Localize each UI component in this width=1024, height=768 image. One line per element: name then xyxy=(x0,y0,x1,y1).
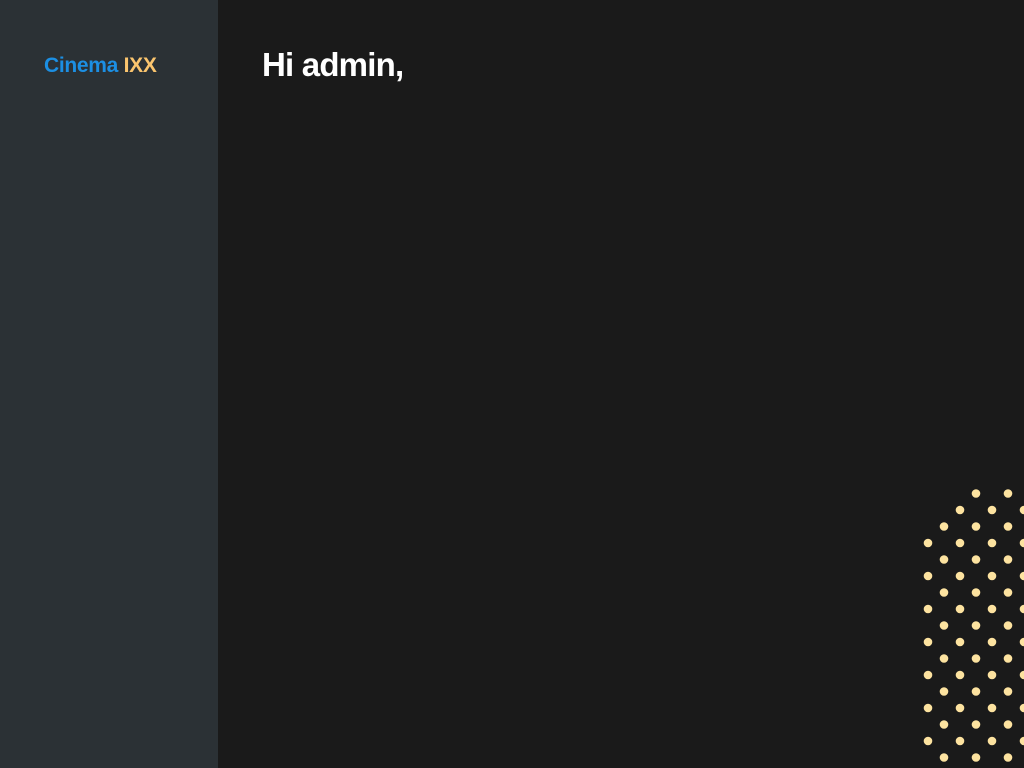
decorative-dot xyxy=(1003,720,1013,729)
decorative-dot xyxy=(1019,736,1024,746)
brand-logo[interactable]: Cinema IXX xyxy=(44,54,157,78)
greeting-heading: Hi admin, xyxy=(262,46,404,83)
decorative-dot xyxy=(939,522,949,531)
brand-name-primary: Cinema xyxy=(44,54,119,77)
decorative-dot xyxy=(971,687,981,696)
sidebar: Cinema IXX xyxy=(0,0,218,768)
decorative-dot-pattern xyxy=(923,489,1024,762)
decorative-dot xyxy=(971,588,981,597)
decorative-dot xyxy=(971,720,981,729)
decorative-dot xyxy=(987,703,997,713)
decorative-dot xyxy=(987,538,997,548)
decorative-dot xyxy=(1019,538,1024,548)
decorative-dot xyxy=(1019,604,1024,614)
decorative-dot xyxy=(955,637,965,647)
decorative-dot xyxy=(1003,621,1013,630)
decorative-dot xyxy=(923,604,933,614)
decorative-dot xyxy=(1003,687,1013,696)
main-content: Hi admin, xyxy=(218,0,1024,768)
decorative-dot xyxy=(1003,654,1013,663)
decorative-dot xyxy=(939,555,949,564)
decorative-dot xyxy=(923,670,933,680)
decorative-dot xyxy=(1003,489,1013,498)
decorative-dot xyxy=(955,736,965,746)
decorative-dot xyxy=(971,654,981,663)
decorative-dot xyxy=(1019,670,1024,680)
decorative-dot xyxy=(955,670,965,680)
decorative-dot xyxy=(955,571,965,581)
decorative-dot xyxy=(939,588,949,597)
app-shell: Cinema IXX Hi admin, xyxy=(0,0,1024,768)
decorative-dot xyxy=(939,720,949,729)
decorative-dot xyxy=(955,538,965,548)
decorative-dot xyxy=(1003,555,1013,564)
decorative-dot xyxy=(939,753,949,762)
decorative-dot xyxy=(939,687,949,696)
decorative-dot xyxy=(955,703,965,713)
decorative-dot xyxy=(1003,753,1013,762)
decorative-dot xyxy=(939,654,949,663)
decorative-dot xyxy=(971,489,981,498)
decorative-dot xyxy=(971,621,981,630)
decorative-dot xyxy=(1019,703,1024,713)
decorative-dot xyxy=(923,703,933,713)
decorative-dot xyxy=(987,736,997,746)
decorative-dot xyxy=(1019,571,1024,581)
decorative-dot xyxy=(987,670,997,680)
decorative-dot xyxy=(971,522,981,531)
decorative-dot xyxy=(971,555,981,564)
decorative-dot xyxy=(923,571,933,581)
decorative-dot xyxy=(939,621,949,630)
decorative-dot xyxy=(923,637,933,647)
brand-name-accent: IXX xyxy=(123,54,157,77)
decorative-dot xyxy=(987,637,997,647)
decorative-dot xyxy=(955,505,965,515)
decorative-dot xyxy=(987,505,997,515)
decorative-dot xyxy=(971,753,981,762)
decorative-dot xyxy=(1019,505,1024,515)
decorative-dot xyxy=(955,604,965,614)
decorative-dot xyxy=(1019,637,1024,647)
decorative-dot xyxy=(987,604,997,614)
decorative-dot xyxy=(987,571,997,581)
decorative-dot xyxy=(1003,588,1013,597)
decorative-dot xyxy=(923,538,933,548)
decorative-dot xyxy=(923,736,933,746)
decorative-dot xyxy=(1003,522,1013,531)
